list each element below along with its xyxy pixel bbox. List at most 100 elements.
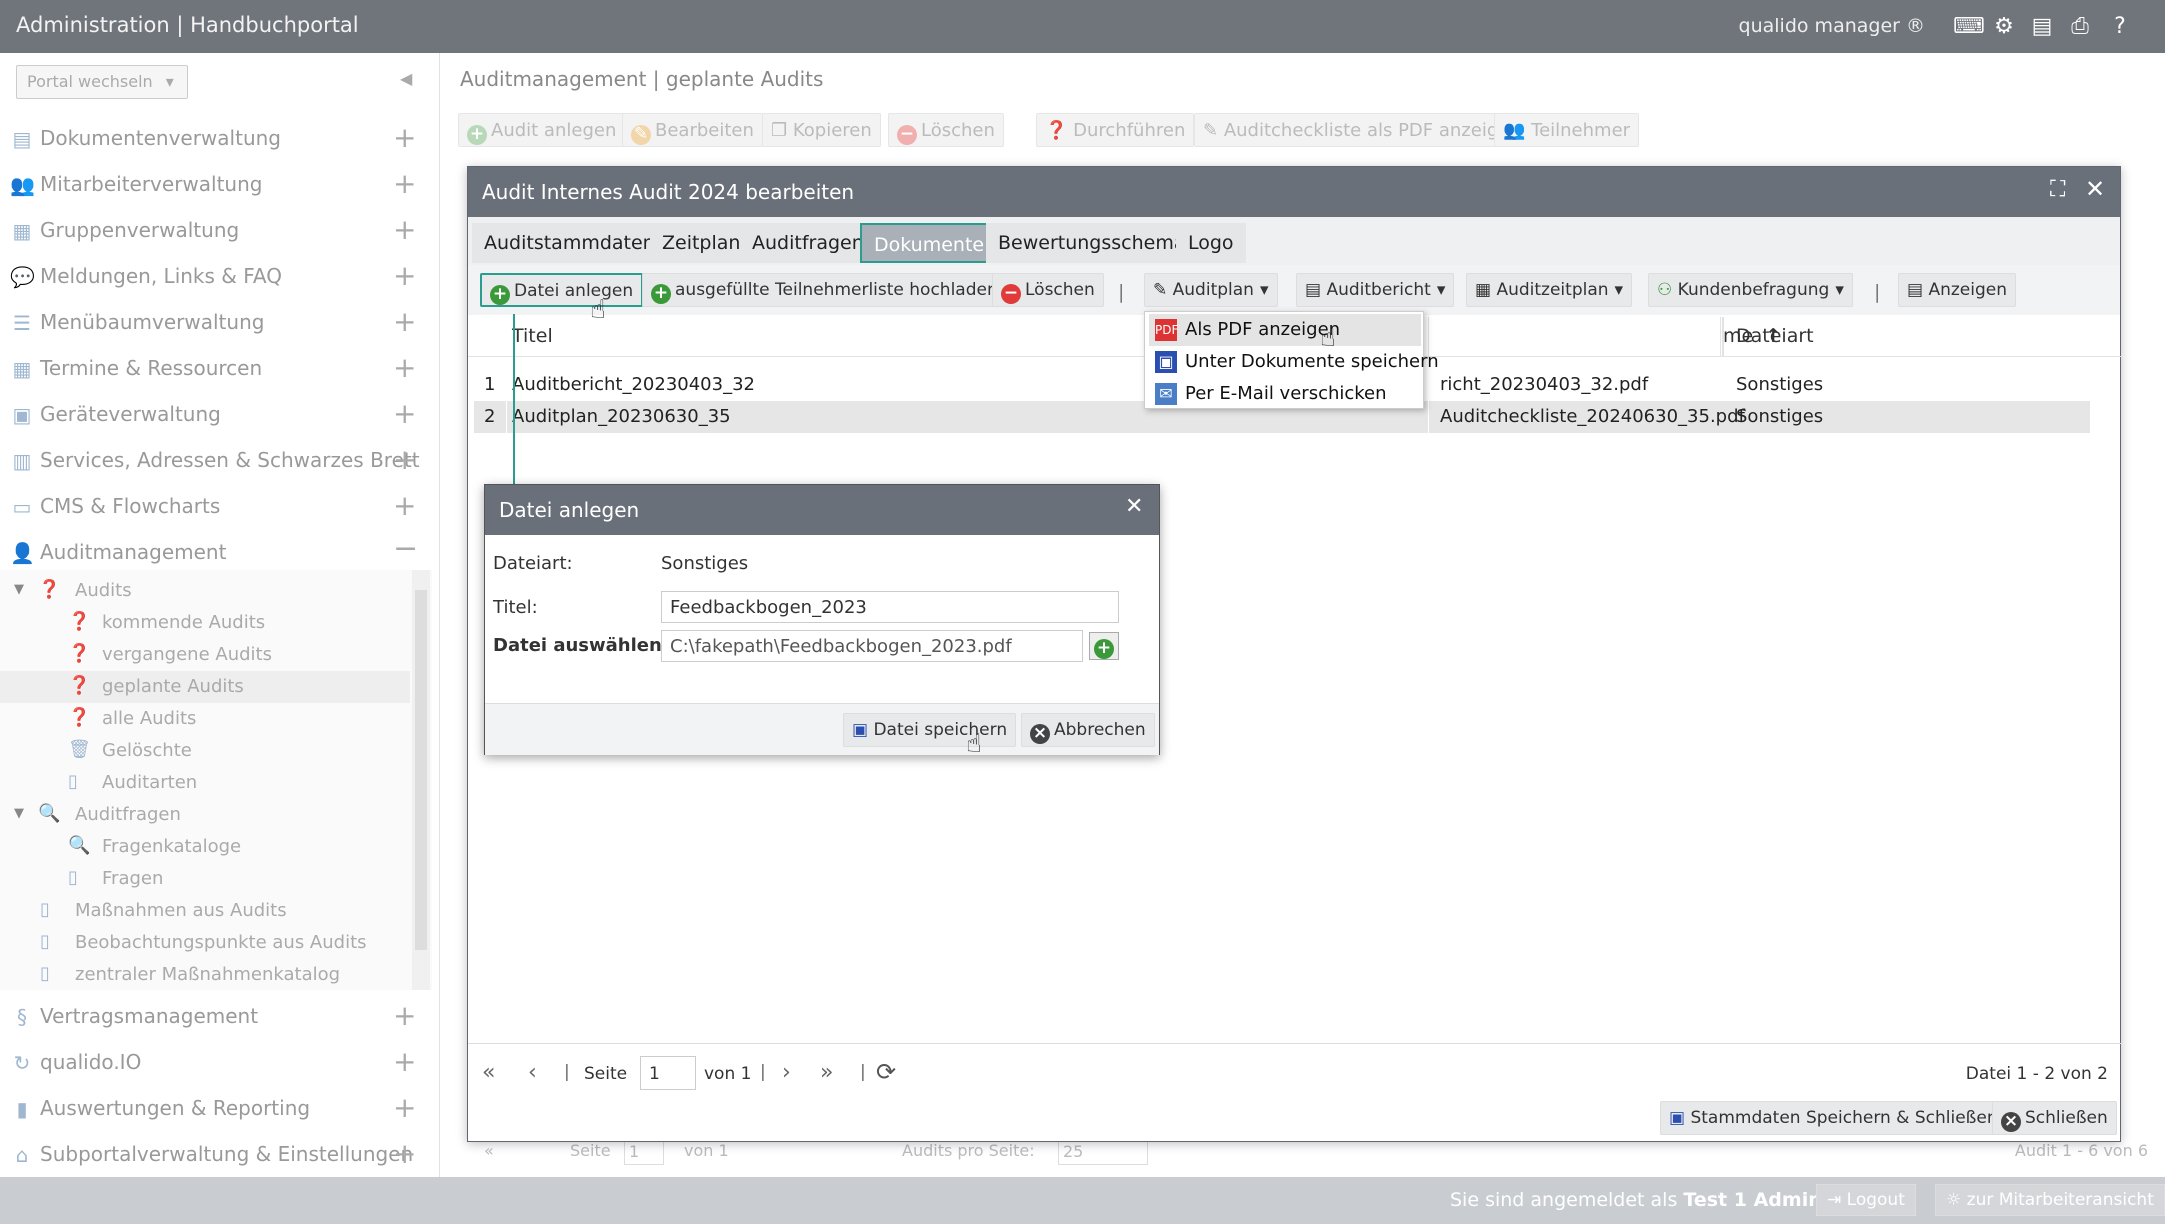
teilnehmer-button[interactable]: 👥 Teilnehmer — [1494, 113, 1640, 147]
bearbeiten-button[interactable]: ✎ Bearbeiten — [622, 113, 763, 147]
expand-plus-icon[interactable]: + — [393, 1045, 416, 1078]
checkliste-pdf-button[interactable]: ✎ Auditcheckliste als PDF anzeigen — [1194, 113, 1530, 147]
tab-auditstammdaten[interactable]: Auditstammdaten — [472, 223, 667, 263]
sidebar-item-subportalverwaltung[interactable]: ⌂ Subportalverwaltung & Einstellungen + — [0, 1131, 430, 1177]
kundenbefragung-dropdown[interactable]: ⚇ Kundenbefragung ▾ — [1648, 273, 1853, 307]
auditplan-dropdown[interactable]: ✎ Auditplan ▾ — [1144, 273, 1278, 307]
expand-plus-icon[interactable]: + — [393, 351, 416, 384]
expand-plus-icon[interactable]: + — [393, 121, 416, 154]
sidebar-item-termine[interactable]: ▦ Termine & Ressourcen + — [0, 345, 430, 391]
tree-node-alle-audits[interactable]: ❓ alle Audits — [0, 703, 430, 735]
auditbericht-dropdown[interactable]: ▤ Auditbericht ▾ — [1296, 273, 1455, 307]
datei-speichern-button[interactable]: ▣ Datei speichern — [843, 713, 1017, 747]
schliessen-button[interactable]: × Schließen — [1992, 1101, 2117, 1135]
expand-plus-icon[interactable]: + — [393, 305, 416, 338]
employee-view-button[interactable]: ☼ zur Mitarbeiteransicht — [1935, 1184, 2165, 1216]
tab-bewertungsschema[interactable]: Bewertungsschema — [986, 223, 1198, 263]
durchfuehren-button[interactable]: ❓ Durchführen — [1036, 113, 1195, 147]
print-icon[interactable]: ⎙ — [2067, 14, 2093, 40]
teilnehmerliste-hochladen-button[interactable]: + ausgefüllte Teilnehmerliste hochladen — [642, 273, 1007, 307]
tree-node-fragen[interactable]: ▯ Fragen — [0, 863, 430, 895]
tab-logo[interactable]: Logo — [1176, 223, 1246, 263]
expand-plus-icon[interactable]: + — [393, 167, 416, 200]
sidebar-item-qualido-io[interactable]: ↻ qualido.IO + — [0, 1039, 430, 1085]
triangle-down-icon[interactable]: ▼ — [14, 806, 24, 821]
tree-node-vergangene-audits[interactable]: ❓ vergangene Audits — [0, 639, 430, 671]
sidebar-item-dokumentenverwaltung[interactable]: ▤ Dokumentenverwaltung + — [0, 115, 430, 161]
tree-node-audits[interactable]: ▼ ❓ Audits — [0, 575, 430, 607]
tree-node-massnahmen[interactable]: ▯ Maßnahmen aus Audits — [0, 895, 430, 927]
fax-icon[interactable]: ▤ — [2029, 14, 2055, 40]
page-first-icon[interactable]: « — [482, 1060, 495, 1085]
tree-scrollbar[interactable] — [412, 570, 430, 990]
menu-item-unter-dokumente-speichern[interactable]: ▣ Unter Dokumente speichern — [1149, 346, 1439, 378]
sidebar-item-mitarbeiterverwaltung[interactable]: 👥 Mitarbeiterverwaltung + — [0, 161, 430, 207]
audit-anlegen-button[interactable]: + Audit anlegen — [458, 113, 626, 147]
logout-button[interactable]: ⇥ Logout — [1816, 1184, 1916, 1216]
sidebar-item-meldungen[interactable]: 💬 Meldungen, Links & FAQ + — [0, 253, 430, 299]
anzeigen-button[interactable]: ▤ Anzeigen — [1898, 273, 2017, 307]
tree-node-auditarten[interactable]: ▯ Auditarten — [0, 767, 430, 799]
close-icon[interactable]: ✕ — [2085, 175, 2105, 203]
page-next-icon[interactable]: › — [782, 1060, 791, 1085]
sidebar-item-auswertungen[interactable]: ▮ Auswertungen & Reporting + — [0, 1085, 430, 1131]
expand-plus-icon[interactable]: + — [393, 213, 416, 246]
tab-auditfragen[interactable]: Auditfragen — [740, 223, 876, 263]
sitemap-icon[interactable]: ⚙ — [1991, 14, 2017, 40]
expand-plus-icon[interactable]: + — [393, 999, 416, 1032]
portal-select[interactable]: Portal wechseln ▾ — [16, 65, 188, 99]
expand-plus-icon[interactable]: + — [393, 397, 416, 430]
datei-auswaehlen-button[interactable]: + — [1089, 632, 1119, 660]
auditzeitplan-dropdown[interactable]: ▦ Auditzeitplan ▾ — [1466, 273, 1633, 307]
dokument-loeschen-button[interactable]: − Löschen — [992, 273, 1104, 307]
tree-node-auditfragen[interactable]: ▼ 🔍 Auditfragen — [0, 799, 430, 831]
keyboard-icon[interactable]: ⌨ — [1953, 14, 1985, 40]
sidebar-item-geraete[interactable]: ▣ Geräteverwaltung + — [0, 391, 430, 437]
expand-plus-icon[interactable]: + — [393, 1137, 416, 1170]
sidebar-item-menuebaum[interactable]: ☰ Menübaumverwaltung + — [0, 299, 430, 345]
sidebar-item-services[interactable]: ▥ Services, Adressen & Schwarzes Brett + — [0, 437, 430, 483]
refresh-icon[interactable]: ⟳ — [876, 1058, 896, 1086]
stammdaten-speichern-schliessen-button[interactable]: ▣ Stammdaten Speichern & Schließen — [1660, 1101, 2007, 1135]
sidebar-item-auditmanagement[interactable]: 👤 Auditmanagement − — [0, 529, 430, 575]
close-icon[interactable]: ✕ — [1125, 494, 1143, 519]
expand-plus-icon[interactable]: + — [393, 1091, 416, 1124]
expand-plus-icon[interactable]: + — [393, 489, 416, 522]
tree-node-massnahmenkatalog[interactable]: ▯ zentraler Maßnahmenkatalog — [0, 959, 430, 991]
sidebar-item-gruppenverwaltung[interactable]: ▦ Gruppenverwaltung + — [0, 207, 430, 253]
expand-plus-icon[interactable]: + — [393, 443, 416, 476]
page-prev-icon[interactable]: ‹ — [528, 1060, 537, 1085]
collapse-minus-icon[interactable]: − — [393, 531, 418, 566]
menu-item-per-email[interactable]: ✉ Per E-Mail verschicken — [1149, 378, 1421, 410]
help-icon[interactable]: ? — [2107, 14, 2133, 40]
tree-node-beobachtungspunkte[interactable]: ▯ Beobachtungspunkte aus Audits — [0, 927, 430, 959]
dialog-tabs: Auditstammdaten Zeitplan Auditfragen Dok… — [468, 217, 2120, 265]
tab-dokumente[interactable]: Dokumente — [860, 223, 999, 263]
triangle-down-icon[interactable]: ▼ — [14, 582, 24, 597]
sidebar-item-cms[interactable]: ▭ CMS & Flowcharts + — [0, 483, 430, 529]
maximize-icon[interactable]: ⛶ — [2050, 177, 2065, 202]
datei-anlegen-button[interactable]: + Datei anlegen — [480, 273, 644, 307]
expand-plus-icon[interactable]: + — [393, 259, 416, 292]
page-first-icon[interactable]: « — [484, 1141, 494, 1160]
abbrechen-button[interactable]: × Abbrechen — [1021, 713, 1155, 747]
tree-node-geloeschte[interactable]: 🗑 Gelöschte — [0, 735, 430, 767]
titel-input[interactable]: Feedbackbogen_2023 — [661, 591, 1119, 623]
main-toolbar: + Audit anlegen ✎ Bearbeiten ❐ Kopieren − L… — [458, 113, 2158, 157]
col-titel-header[interactable]: Titel — [512, 325, 553, 347]
dialog-page-input[interactable]: 1 — [640, 1056, 696, 1090]
datei-input[interactable]: C:\fakepath\Feedbackbogen_2023.pdf — [661, 630, 1083, 662]
tab-zeitplan[interactable]: Zeitplan — [650, 223, 753, 263]
ear-icon: ❓ — [68, 707, 91, 728]
tree-node-fragenkataloge[interactable]: 🔍 Fragenkataloge — [0, 831, 430, 863]
sidebar-collapse-icon[interactable]: ◀ — [400, 69, 412, 88]
trash-icon: 🗑 — [68, 739, 91, 760]
menu-item-als-pdf[interactable]: PDF Als PDF anzeigen — [1149, 314, 1421, 346]
tree-node-geplante-audits[interactable]: ❓ geplante Audits — [0, 671, 410, 703]
loeschen-button[interactable]: − Löschen — [888, 113, 1004, 147]
kopieren-button[interactable]: ❐ Kopieren — [762, 113, 881, 147]
sidebar-item-vertragsmanagement[interactable]: § Vertragsmanagement + — [0, 993, 430, 1039]
page-last-icon[interactable]: » — [820, 1060, 833, 1085]
col-dateiart-header[interactable]: Dateiart — [1736, 325, 1814, 347]
tree-node-kommende-audits[interactable]: ❓ kommende Audits — [0, 607, 430, 639]
